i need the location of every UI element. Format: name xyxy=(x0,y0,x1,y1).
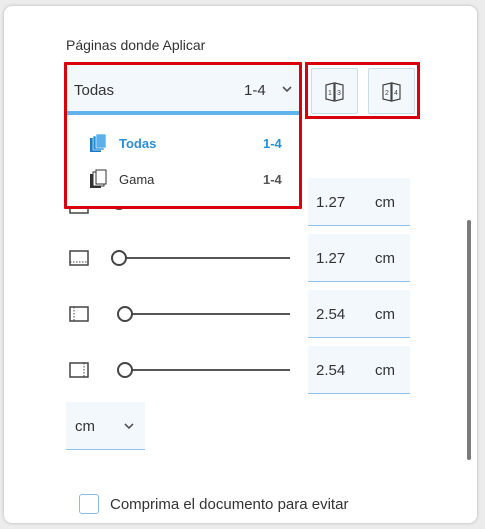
stacked-pages-blue-icon xyxy=(90,133,107,152)
even-pages-button[interactable]: 2 4 xyxy=(368,68,415,114)
left-margin-slider-track[interactable] xyxy=(126,313,290,315)
svg-text:4: 4 xyxy=(394,90,398,97)
page-parity-buttons: 1 3 2 4 xyxy=(305,62,420,119)
vertical-scrollbar[interactable] xyxy=(467,220,471,460)
svg-text:2: 2 xyxy=(385,90,389,97)
bottom-margin-field[interactable]: 1.27 cm xyxy=(308,234,410,282)
left-margin-unit: cm xyxy=(375,306,395,323)
right-margin-slider-thumb[interactable] xyxy=(117,362,133,378)
odd-pages-icon: 1 3 xyxy=(325,82,344,102)
unit-select-value: cm xyxy=(75,418,95,435)
pages-selected-range: 1-4 xyxy=(244,82,266,99)
compress-checkbox[interactable] xyxy=(79,494,99,514)
chevron-down-icon[interactable] xyxy=(122,419,136,433)
left-margin-field[interactable]: 2.54 cm xyxy=(308,290,410,338)
bottom-margin-unit: cm xyxy=(375,250,395,267)
top-margin-value[interactable]: 1.27 xyxy=(316,194,345,211)
bottom-margin-slider-track[interactable] xyxy=(126,257,290,259)
right-margin-unit: cm xyxy=(375,362,395,379)
pages-dropdown-header[interactable]: Todas 1-4 xyxy=(67,65,299,115)
pages-option-todas[interactable]: Todas 1-4 xyxy=(67,126,299,160)
top-margin-unit: cm xyxy=(375,194,395,211)
option-range: 1-4 xyxy=(263,136,282,151)
option-label: Gama xyxy=(119,172,155,187)
left-margin-slider-thumb[interactable] xyxy=(117,306,133,322)
option-label: Todas xyxy=(119,136,157,151)
bottom-margin-value[interactable]: 1.27 xyxy=(316,250,345,267)
stacked-pages-dark-icon xyxy=(90,169,107,188)
right-margin-value[interactable]: 2.54 xyxy=(316,362,345,379)
pages-option-gama[interactable]: Gama 1-4 xyxy=(67,162,299,196)
even-pages-icon: 2 4 xyxy=(382,82,401,102)
right-margin-icon xyxy=(69,362,89,378)
left-margin-icon xyxy=(69,306,89,322)
pages-selected-value: Todas xyxy=(74,82,115,99)
left-margin-value[interactable]: 2.54 xyxy=(316,306,345,323)
pages-dropdown[interactable]: Todas 1-4 Todas 1-4 Gama 1-4 xyxy=(64,62,302,209)
odd-pages-button[interactable]: 1 3 xyxy=(311,68,358,114)
bottom-margin-slider-thumb[interactable] xyxy=(111,250,127,266)
right-margin-field[interactable]: 2.54 cm xyxy=(308,346,410,394)
svg-text:3: 3 xyxy=(337,90,341,97)
compress-label: Comprima el documento para evitar xyxy=(110,496,349,513)
top-margin-field[interactable]: 1.27 cm xyxy=(308,178,410,226)
svg-text:1: 1 xyxy=(328,90,332,97)
bottom-margin-icon xyxy=(69,250,89,266)
option-range: 1-4 xyxy=(263,172,282,187)
unit-select[interactable]: cm xyxy=(66,402,145,450)
chevron-down-icon[interactable] xyxy=(280,82,294,96)
right-margin-slider-track[interactable] xyxy=(126,369,290,371)
pages-section-label: Páginas donde Aplicar xyxy=(66,37,206,53)
